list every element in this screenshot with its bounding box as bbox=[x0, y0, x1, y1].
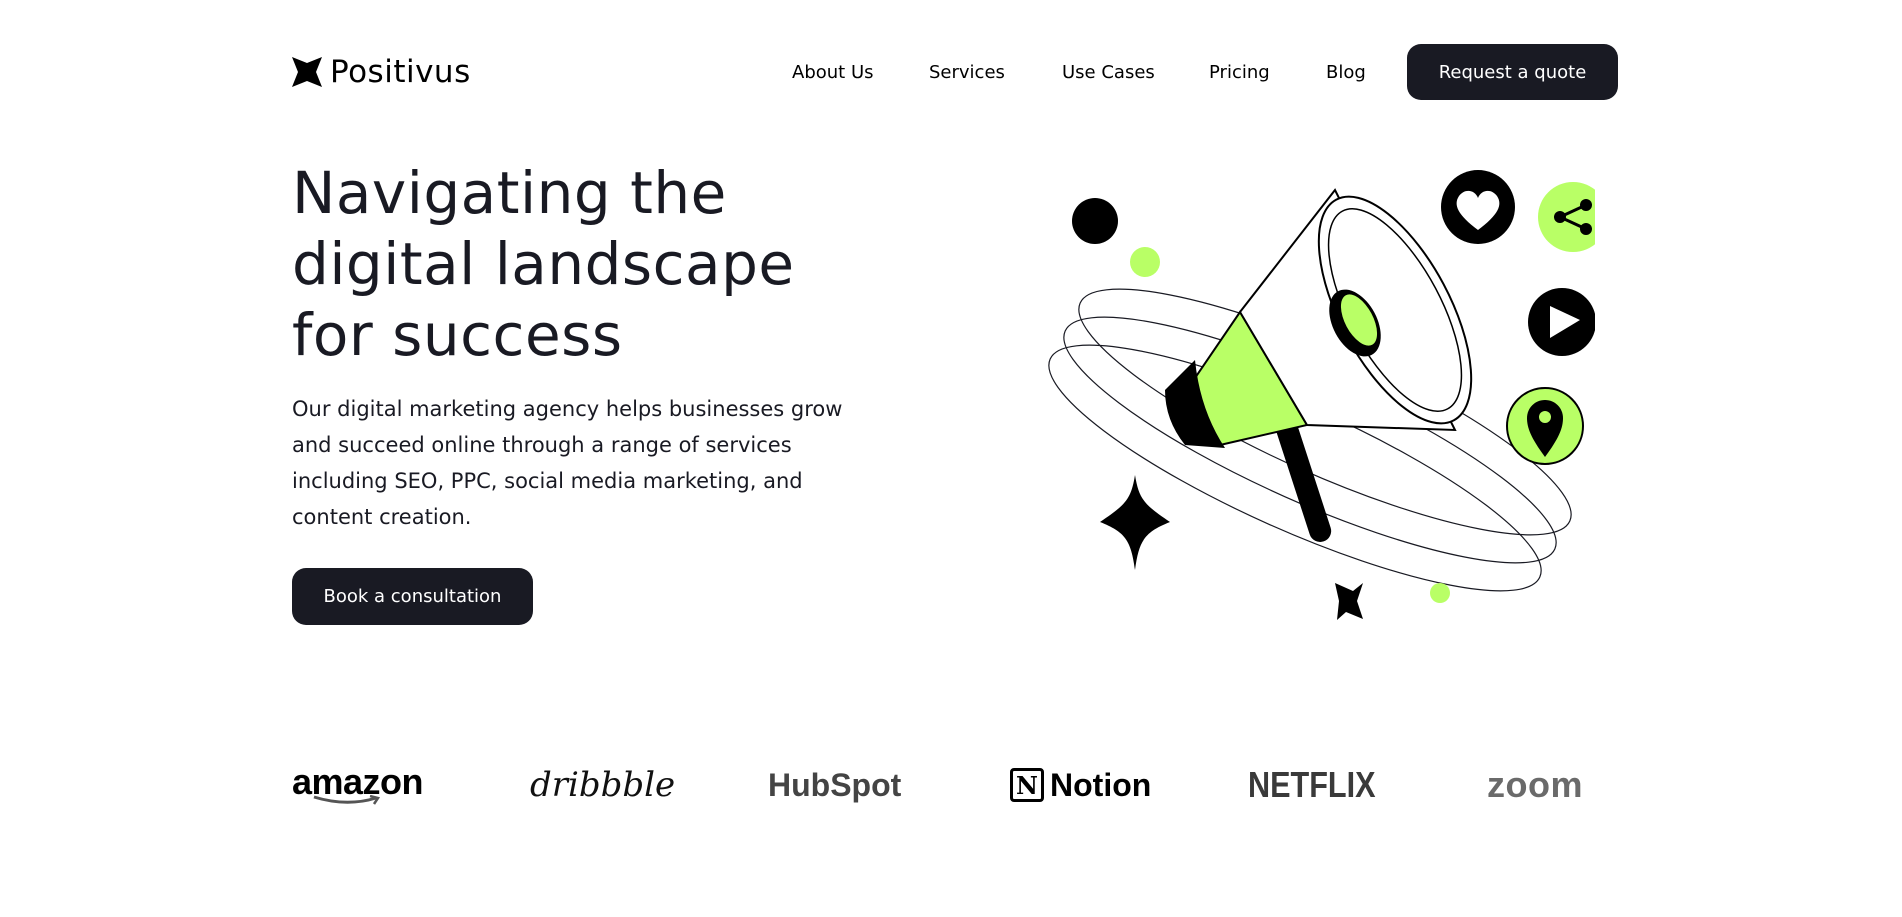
client-logos: amazon dribbble HubSpot N Notion NETFLIX… bbox=[0, 755, 1902, 815]
book-consultation-button[interactable]: Book a consultation bbox=[292, 568, 533, 625]
positivus-star-icon bbox=[292, 57, 322, 87]
page: Positivus About Us Services Use Cases Pr… bbox=[0, 0, 1902, 917]
black-dot bbox=[1072, 198, 1118, 244]
location-pin-icon bbox=[1506, 387, 1584, 465]
logo-amazon-text: amazon bbox=[292, 761, 424, 802]
sparkle-star-icon bbox=[1100, 475, 1170, 570]
amazon-smile-icon bbox=[313, 795, 381, 805]
logo-amazon: amazon bbox=[292, 755, 424, 815]
play-icon bbox=[1528, 288, 1595, 356]
heart-icon bbox=[1441, 170, 1515, 244]
logo-netflix: NETFLIX bbox=[1248, 764, 1376, 805]
hero-title: Navigating the digital landscape for suc… bbox=[292, 159, 795, 369]
nav-use-cases[interactable]: Use Cases bbox=[1062, 62, 1155, 83]
green-dot bbox=[1130, 247, 1160, 277]
small-green-dot bbox=[1430, 583, 1450, 603]
nav-blog[interactable]: Blog bbox=[1326, 62, 1366, 83]
notion-n-icon: N bbox=[1010, 768, 1044, 802]
logo-dribbble: dribbble bbox=[530, 765, 676, 805]
hero-illustration bbox=[1048, 170, 1595, 620]
request-quote-button[interactable]: Request a quote bbox=[1407, 44, 1618, 100]
nav-pricing[interactable]: Pricing bbox=[1209, 62, 1270, 83]
brand-logo[interactable]: Positivus bbox=[292, 54, 471, 90]
logo-notion: N Notion bbox=[1010, 755, 1151, 815]
hero-description: Our digital marketing agency helps busin… bbox=[292, 397, 843, 529]
logo-notion-text: Notion bbox=[1050, 766, 1152, 803]
logo-hubspot: HubSpot bbox=[768, 766, 902, 803]
brand-name: Positivus bbox=[330, 54, 471, 90]
small-star-icon bbox=[1335, 583, 1363, 620]
share-icon bbox=[1538, 182, 1595, 252]
nav-services[interactable]: Services bbox=[929, 62, 1005, 83]
nav-about-us[interactable]: About Us bbox=[792, 62, 874, 83]
logo-zoom: zoom bbox=[1487, 764, 1583, 805]
